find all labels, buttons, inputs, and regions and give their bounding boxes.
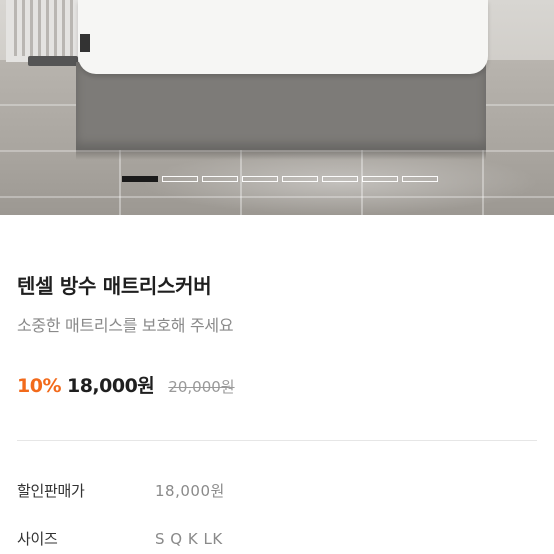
carousel-indicators — [122, 176, 438, 182]
divider — [17, 440, 537, 441]
carousel-dot-8[interactable] — [402, 176, 438, 182]
carousel-dot-5[interactable] — [282, 176, 318, 182]
carousel-dot-1[interactable] — [122, 176, 158, 182]
original-price: 20,000원 — [168, 378, 235, 396]
spec-row-size[interactable]: 사이즈 S Q K LK — [17, 528, 223, 549]
spec-row-sale-price: 할인판매가 18,000원 — [17, 480, 225, 501]
spec-label: 사이즈 — [17, 530, 58, 548]
product-title: 텐셀 방수 매트리스커버 — [17, 274, 212, 298]
mattress-image — [78, 0, 488, 74]
carousel-dot-3[interactable] — [202, 176, 238, 182]
heater-image — [6, 0, 84, 62]
size-options: S Q K LK — [155, 529, 223, 548]
carousel-dot-6[interactable] — [322, 176, 358, 182]
sale-price: 18,000원 — [66, 375, 155, 397]
spec-value: 18,000원 — [155, 482, 225, 500]
discount-rate: 10% — [17, 375, 61, 397]
carousel-dot-4[interactable] — [242, 176, 278, 182]
product-subtitle: 소중한 매트리스를 보호해 주세요 — [17, 316, 234, 335]
carousel-dot-7[interactable] — [362, 176, 398, 182]
price-row: 10% 18,000원 20,000원 — [17, 371, 235, 398]
bed-frame-image — [76, 62, 486, 160]
spec-label: 할인판매가 — [17, 482, 85, 500]
product-image-carousel[interactable] — [0, 0, 554, 215]
carousel-dot-2[interactable] — [162, 176, 198, 182]
